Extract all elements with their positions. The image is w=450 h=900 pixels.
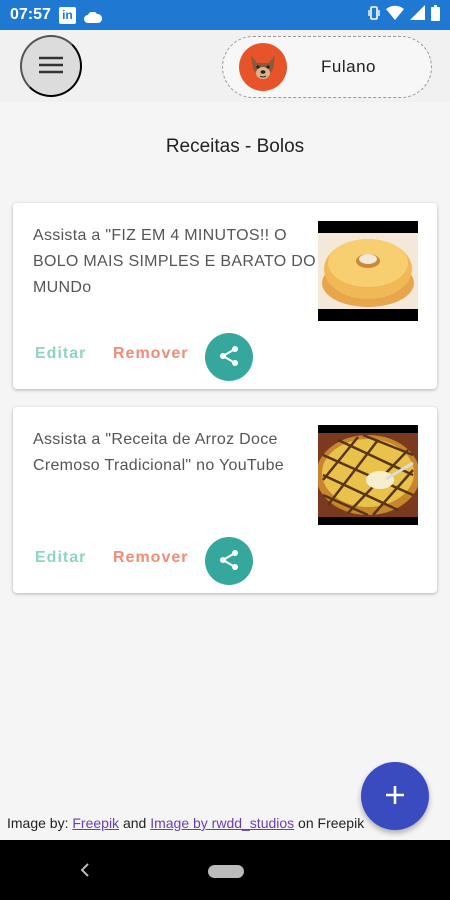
credits-mid: and [119, 815, 151, 831]
avatar [239, 43, 287, 91]
share-icon [217, 344, 241, 371]
recipe-title[interactable]: Assista a "Receita de Arroz Doce Cremoso… [33, 427, 323, 479]
share-button[interactable] [205, 537, 253, 585]
user-profile-chip[interactable]: Fulano [222, 36, 432, 98]
dog-icon [251, 55, 275, 79]
cloud-icon [83, 10, 102, 23]
status-bar: 07:57 in [0, 0, 450, 30]
recipe-title[interactable]: Assista a "FIZ EM 4 MINUTOS!! O BOLO MAI… [33, 223, 323, 301]
recipe-thumbnail[interactable] [318, 425, 418, 525]
edit-button[interactable]: Editar [35, 345, 86, 363]
chevron-left-icon [80, 863, 89, 877]
add-recipe-button[interactable] [361, 762, 429, 830]
recipe-card: Assista a "FIZ EM 4 MINUTOS!! O BOLO MAI… [13, 203, 437, 389]
menu-icon [39, 56, 63, 77]
linkedin-icon: in [58, 6, 76, 24]
rwdd-studios-link[interactable]: Image by rwdd_studios [150, 815, 294, 831]
share-icon [217, 548, 241, 575]
credits-prefix: Image by: [7, 815, 73, 831]
navigation-bar [0, 840, 450, 900]
user-name: Fulano [321, 57, 376, 76]
freepik-link[interactable]: Freepik [72, 815, 119, 831]
home-button[interactable] [208, 865, 244, 878]
remove-button[interactable]: Remover [113, 345, 188, 363]
status-time: 07:57 [10, 6, 51, 23]
menu-button[interactable] [20, 35, 82, 97]
vibrate-icon [368, 5, 380, 26]
battery-icon [431, 4, 440, 26]
wifi-icon [386, 5, 404, 25]
remove-button[interactable]: Remover [113, 549, 188, 567]
recipe-card: Assista a "Receita de Arroz Doce Cremoso… [13, 407, 437, 593]
signal-icon [410, 5, 425, 25]
credits-suffix: on Freepik [294, 815, 365, 831]
recipe-thumbnail[interactable] [318, 221, 418, 321]
image-credits: Image by: Freepik and Image by rwdd_stud… [7, 815, 364, 831]
page-title: Receitas - Bolos [165, 136, 305, 157]
edit-button[interactable]: Editar [35, 549, 86, 567]
plus-icon [384, 784, 406, 809]
share-button[interactable] [205, 333, 253, 381]
app-bar: Fulano [0, 30, 450, 102]
back-button[interactable] [80, 858, 90, 884]
